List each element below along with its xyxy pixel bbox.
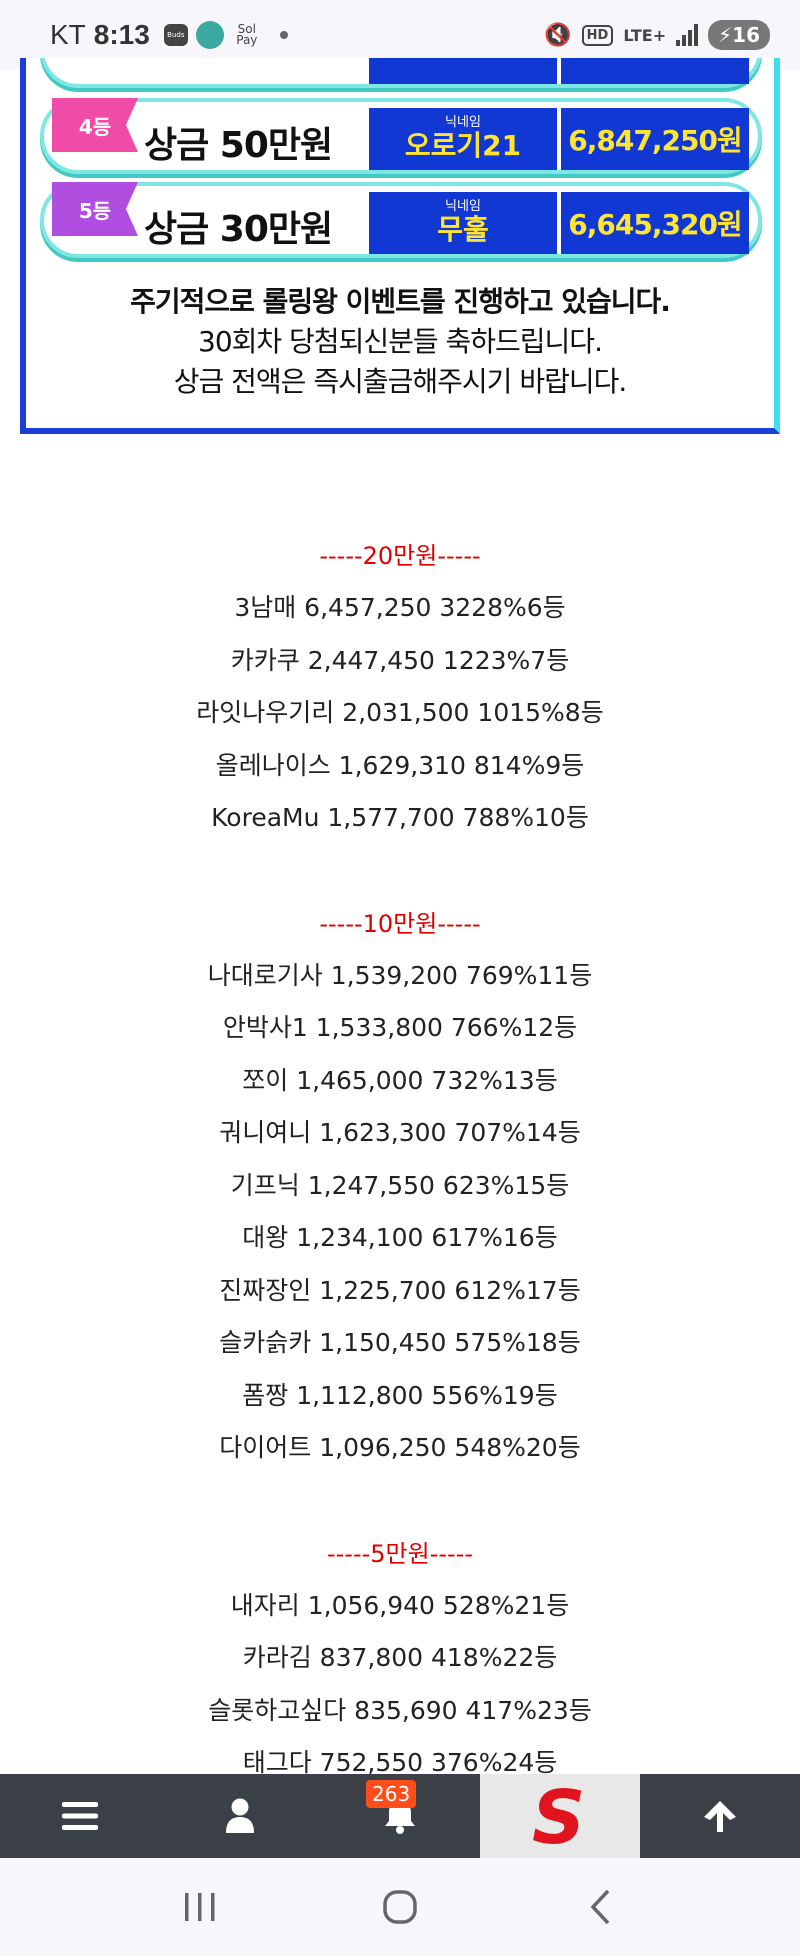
ranking-entry: 올레나이스 1,629,310 814%9등 [215, 750, 585, 780]
clock: 8:13 [93, 19, 150, 50]
ranking-entry: 쪼이 1,465,000 732%13등 [242, 1065, 558, 1095]
banner-note: 주기적으로 롤링왕 이벤트를 진행하고 있습니다. [130, 285, 671, 318]
prize-row-3 [40, 58, 762, 88]
ranking-entry: 내자리 1,056,940 528%21등 [230, 1590, 570, 1620]
ranking-entry: 폼짱 1,112,800 556%19등 [242, 1380, 558, 1410]
rank-badge: 4등 [52, 98, 138, 152]
hd-voice-icon: HD [581, 24, 614, 46]
event-banner: 4등 상금 50만원 닉네임 오로기21 6,847,250원 5등 상금 30… [20, 58, 780, 434]
notification-count-badge: 263 [366, 1780, 417, 1808]
nickname-box: 닉네임 오로기21 [369, 108, 557, 170]
notification-icons: Buds Sol Pay [163, 21, 288, 49]
nickname-box [369, 58, 557, 84]
site-logo-button[interactable]: S [480, 1774, 640, 1858]
ranking-entry: 안박사1 1,533,800 766%12등 [222, 1013, 578, 1042]
mute-icon: 🔇 [544, 22, 572, 48]
battery-icon: ⚡ 16 [708, 20, 770, 50]
site-logo: S [532, 1781, 585, 1851]
app-notification-icon [195, 21, 224, 49]
user-icon [226, 1798, 254, 1833]
banner-notes: 주기적으로 롤링왕 이벤트를 진행하고 있습니다. 30회차 당첨되신분들 축하… [26, 282, 774, 402]
tier-title-200k: -----20만원----- [319, 542, 481, 570]
ranking-entry: 다이어트 1,096,250 548%20등 [219, 1433, 581, 1462]
ranking-entry: 나대로기사 1,539,200 769%11등 [207, 960, 593, 990]
signal-icon [676, 24, 699, 46]
bottom-toolbar: 263 S [0, 1774, 800, 1858]
ranking-list: -----20만원----- 3남매 6,457,250 3228%6등 카카쿠… [0, 530, 800, 1790]
ranking-entry: KoreaMu 1,577,700 788%10등 [211, 803, 589, 832]
nickname-label: 닉네임 [445, 199, 481, 214]
ranking-entry: 슬롯하고싶다 835,690 417%23등 [208, 1695, 592, 1725]
prize-amount-label: 상금 50만원 [144, 125, 333, 166]
ranking-entry: 카라김 837,800 418%22등 [242, 1643, 558, 1672]
logo-letter: S [532, 1781, 585, 1851]
menu-button[interactable] [0, 1774, 160, 1858]
pay-icon: Sol Pay [236, 22, 258, 47]
ranking-entry: 대왕 1,234,100 617%16등 [242, 1223, 558, 1252]
ranking-entry: 슬카슭카 1,150,450 575%18등 [219, 1328, 581, 1357]
buds-icon: Buds [163, 24, 188, 46]
back-button[interactable] [560, 1877, 640, 1937]
recent-apps-button[interactable] [160, 1877, 240, 1937]
rank-badge: 5등 [52, 182, 138, 236]
profile-button[interactable] [160, 1774, 320, 1858]
recent-apps-icon [185, 1893, 215, 1921]
ranking-entry: 궈니여니 1,623,300 707%14등 [219, 1118, 581, 1147]
prize-amount-label: 상금 30만원 [144, 209, 333, 250]
hamburger-icon [62, 1802, 98, 1830]
rolling-amount: 6,645,320원 [561, 192, 749, 254]
notifications-button[interactable]: 263 [320, 1774, 480, 1858]
home-button[interactable] [360, 1877, 440, 1937]
amount-box [561, 58, 749, 84]
banner-note: 30회차 당첨되신분들 축하드립니다. [198, 325, 603, 358]
winner-nickname: 오로기21 [404, 129, 522, 162]
network-type-icon: LTE+ [623, 25, 667, 45]
nickname-box: 닉네임 무훌 [369, 192, 557, 254]
prize-row-5: 5등 상금 30만원 닉네임 무훌 6,645,320원 [40, 182, 762, 258]
ranking-entry: 기프닉 1,247,550 623%15등 [230, 1170, 570, 1200]
system-nav-bar [0, 1858, 800, 1956]
rolling-amount: 6,847,250원 [561, 108, 749, 170]
carrier-label: KT [50, 19, 86, 50]
prize-row-4: 4등 상금 50만원 닉네임 오로기21 6,847,250원 [40, 98, 762, 174]
home-icon [383, 1890, 417, 1924]
ranking-entry: 3남매 6,457,250 3228%6등 [234, 593, 566, 622]
banner-note: 상금 전액은 즉시출금해주시기 바랍니다. [173, 365, 628, 398]
scroll-top-button[interactable] [640, 1774, 800, 1858]
ranking-entry: 진짜장인 1,225,700 612%17등 [219, 1275, 581, 1305]
system-icons: 🔇 HD LTE+ ⚡ 16 [544, 20, 770, 50]
more-notifications-dot [279, 31, 288, 39]
tier-title-100k: -----10만원----- [319, 909, 481, 938]
back-icon [590, 1889, 610, 1925]
ranking-entry: 라잇나우기리 2,031,500 1015%8등 [196, 698, 604, 727]
arrow-up-icon [704, 1801, 736, 1832]
ranking-entry: 카카쿠 2,447,450 1223%7등 [230, 645, 570, 675]
tier-title-50k: -----5만원----- [326, 1539, 474, 1568]
nickname-label: 닉네임 [445, 115, 481, 130]
battery-level: 16 [732, 23, 760, 47]
winner-nickname: 무훌 [437, 213, 489, 246]
